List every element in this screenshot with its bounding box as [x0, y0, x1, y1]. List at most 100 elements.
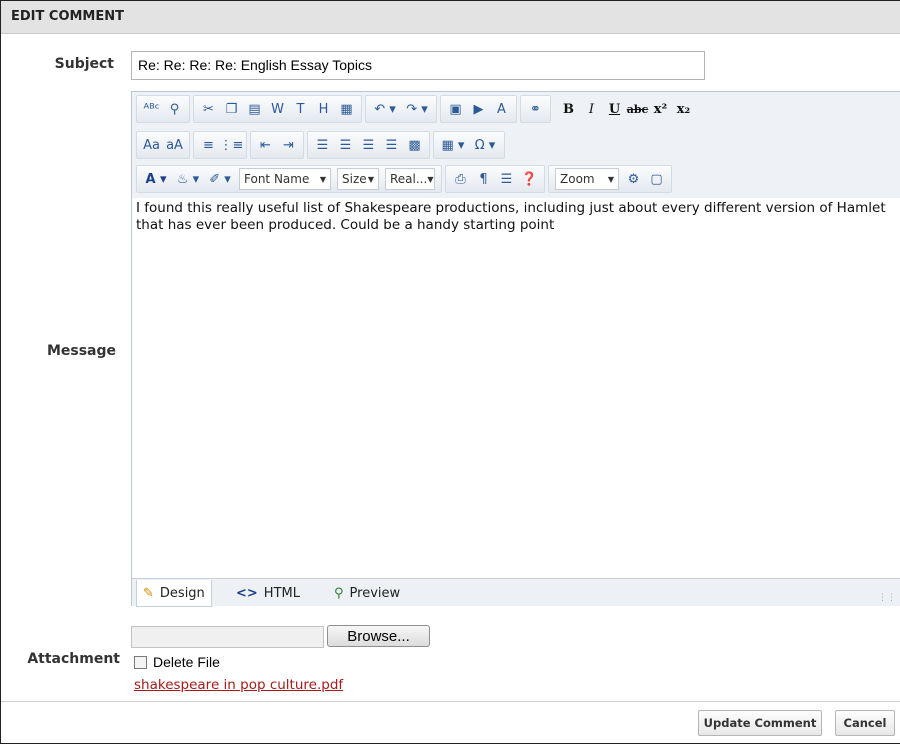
attachment-file-link[interactable]: shakespeare in pop culture.pdf [134, 677, 343, 693]
bold-icon[interactable]: B [558, 98, 579, 120]
print-icon[interactable]: ⎙ [450, 168, 471, 190]
hyperlink-manager-icon[interactable]: ⚭ [525, 98, 546, 120]
tab-design[interactable]: ✎ Design [136, 580, 212, 607]
fore-color-icon[interactable]: A ▾ [141, 168, 171, 190]
superscript-icon[interactable]: x² [650, 98, 671, 120]
insert-symbol-icon[interactable]: Ω ▾ [470, 134, 500, 156]
chevron-down-icon: ▼ [367, 174, 374, 184]
toolbar-row-2: Aa aA ≡ ⋮≡ ⇤ ⇥ ☰ ☰ ☰ ☰ ▩ ▦ ▾ Ω ▾ [136, 130, 508, 160]
panel-header: EDIT COMMENT [1, 1, 900, 34]
code-icon: <> [236, 586, 258, 601]
delete-file-checkbox[interactable] [134, 655, 147, 669]
paste-from-word-icon[interactable]: W [267, 98, 288, 120]
outdent-icon[interactable]: ⇤ [255, 134, 276, 156]
rich-text-editor: ᴬᴮᶜ ⚲ ✂ ❐ ▤ W T H ▦ ↶ ▾ ↷ ▾ ▣ ▶ A ⚭ B I … [131, 91, 900, 607]
zoom-value: Zoom [560, 172, 595, 186]
help-icon[interactable]: ❓ [519, 168, 540, 190]
toggle-fullscreen-icon[interactable]: ▢ [646, 168, 667, 190]
convert-lower-icon[interactable]: Aa [141, 134, 162, 156]
pencil-icon: ✎ [143, 585, 154, 601]
find-replace-icon[interactable]: ⚲ [164, 98, 185, 120]
magnifier-icon: ⚲ [334, 586, 344, 601]
cut-icon[interactable]: ✂ [198, 98, 219, 120]
align-center-icon[interactable]: ☰ [335, 134, 356, 156]
format-stripper-icon[interactable]: ✐ ▾ [205, 168, 235, 190]
toolbar-group-zoom: Zoom ▼ ⚙ ▢ [548, 165, 672, 193]
tab-preview-label: Preview [349, 586, 401, 601]
panel-title: EDIT COMMENT [11, 9, 124, 24]
redo-icon[interactable]: ↷ ▾ [402, 98, 432, 120]
tab-preview[interactable]: ⚲ Preview [328, 580, 406, 607]
real-font-size-select[interactable]: Real... ▼ [385, 168, 435, 190]
underline-icon[interactable]: U [604, 98, 625, 120]
tab-design-label: Design [159, 585, 205, 601]
italic-icon[interactable]: I [581, 98, 602, 120]
subject-label: Subject [54, 56, 114, 72]
media-manager-icon[interactable]: ▶ [468, 98, 489, 120]
bulleted-list-icon[interactable]: ⋮≡ [220, 134, 244, 156]
toolbar-group-spell: ᴬᴮᶜ ⚲ [136, 95, 190, 123]
toolbar-group-history: ↶ ▾ ↷ ▾ [365, 95, 437, 123]
toolbar-group-format: B I U abc x² x₂ [554, 95, 698, 123]
spellcheck-icon[interactable]: ᴬᴮᶜ [141, 98, 162, 120]
font-name-select[interactable]: Font Name ▼ [239, 168, 331, 190]
align-left-icon[interactable]: ☰ [312, 134, 333, 156]
update-comment-button[interactable]: Update Comment [698, 710, 822, 736]
module-manager-icon[interactable]: ⚙ [623, 168, 644, 190]
toolbar-group-table: ▦ ▾ Ω ▾ [433, 131, 505, 159]
message-textarea[interactable]: I found this really useful list of Shake… [132, 198, 900, 576]
chevron-down-icon: ▼ [427, 174, 434, 184]
insert-table-icon[interactable]: ▦ ▾ [438, 134, 468, 156]
delete-file-row: Delete File [134, 653, 220, 671]
flash-manager-icon[interactable]: A [491, 98, 512, 120]
chevron-down-icon: ▼ [607, 174, 614, 184]
tab-html[interactable]: <> HTML [230, 580, 306, 607]
toolbar-group-case: Aa aA [136, 131, 190, 159]
strikethrough-icon[interactable]: abc [627, 98, 649, 120]
chevron-down-icon: ▼ [319, 174, 326, 184]
message-label: Message [46, 343, 116, 359]
font-size-select[interactable]: Size ▼ [337, 168, 379, 190]
remove-alignment-icon[interactable]: ▩ [404, 134, 425, 156]
toolbar-group-colors: A ▾ ♨ ▾ ✐ ▾ Font Name ▼ Size ▼ Real... ▼ [136, 165, 442, 193]
toolbar-row-3: A ▾ ♨ ▾ ✐ ▾ Font Name ▼ Size ▼ Real... ▼… [136, 164, 675, 194]
font-name-value: Font Name [244, 172, 310, 186]
toolbar-group-link: ⚭ [520, 95, 551, 123]
image-manager-icon[interactable]: ▣ [445, 98, 466, 120]
toolbar-group-align: ☰ ☰ ☰ ☰ ▩ [307, 131, 430, 159]
resize-grip-icon[interactable]: ⋮⋮ [878, 593, 896, 603]
paste-as-html-icon[interactable]: H [313, 98, 334, 120]
editor-mode-bar: ✎ Design <> HTML ⚲ Preview ⋮⋮ [132, 578, 900, 607]
footer-divider [1, 701, 900, 702]
align-right-icon[interactable]: ☰ [358, 134, 379, 156]
copy-icon[interactable]: ❐ [221, 98, 242, 120]
zoom-select[interactable]: Zoom ▼ [555, 168, 619, 190]
delete-file-label[interactable]: Delete File [153, 654, 220, 670]
browse-button[interactable]: Browse... [327, 625, 430, 647]
toolbar-group-insert: ▣ ▶ A [440, 95, 517, 123]
justify-icon[interactable]: ☰ [381, 134, 402, 156]
toolbar-group-clipboard: ✂ ❐ ▤ W T H ▦ [193, 95, 362, 123]
subject-input[interactable]: Re: Re: Re: Re: English Essay Topics [131, 51, 705, 80]
subscript-icon[interactable]: x₂ [673, 98, 694, 120]
attachment-label: Attachment [27, 651, 120, 667]
indent-icon[interactable]: ⇥ [278, 134, 299, 156]
toolbar-group-lists: ≡ ⋮≡ [193, 131, 247, 159]
paragraph-format-icon[interactable]: ☰ [496, 168, 517, 190]
tab-html-label: HTML [263, 586, 300, 601]
paste-icon[interactable]: ▤ [244, 98, 265, 120]
toolbar-row-1: ᴬᴮᶜ ⚲ ✂ ❐ ▤ W T H ▦ ↶ ▾ ↷ ▾ ▣ ▶ A ⚭ B I … [136, 94, 701, 124]
toolbar-group-indent: ⇤ ⇥ [250, 131, 304, 159]
paragraph-marks-icon[interactable]: ¶ [473, 168, 494, 190]
toolbar-group-tools: ⎙ ¶ ☰ ❓ [445, 165, 545, 193]
real-font-size-value: Real... [390, 172, 428, 186]
font-size-value: Size [342, 172, 367, 186]
paste-plain-text-icon[interactable]: T [290, 98, 311, 120]
convert-upper-icon[interactable]: aA [164, 134, 185, 156]
back-color-icon[interactable]: ♨ ▾ [173, 168, 203, 190]
undo-icon[interactable]: ↶ ▾ [370, 98, 400, 120]
paste-html-icon[interactable]: ▦ [336, 98, 357, 120]
cancel-button[interactable]: Cancel [835, 710, 895, 736]
file-path-input[interactable] [131, 626, 324, 648]
numbered-list-icon[interactable]: ≡ [198, 134, 219, 156]
